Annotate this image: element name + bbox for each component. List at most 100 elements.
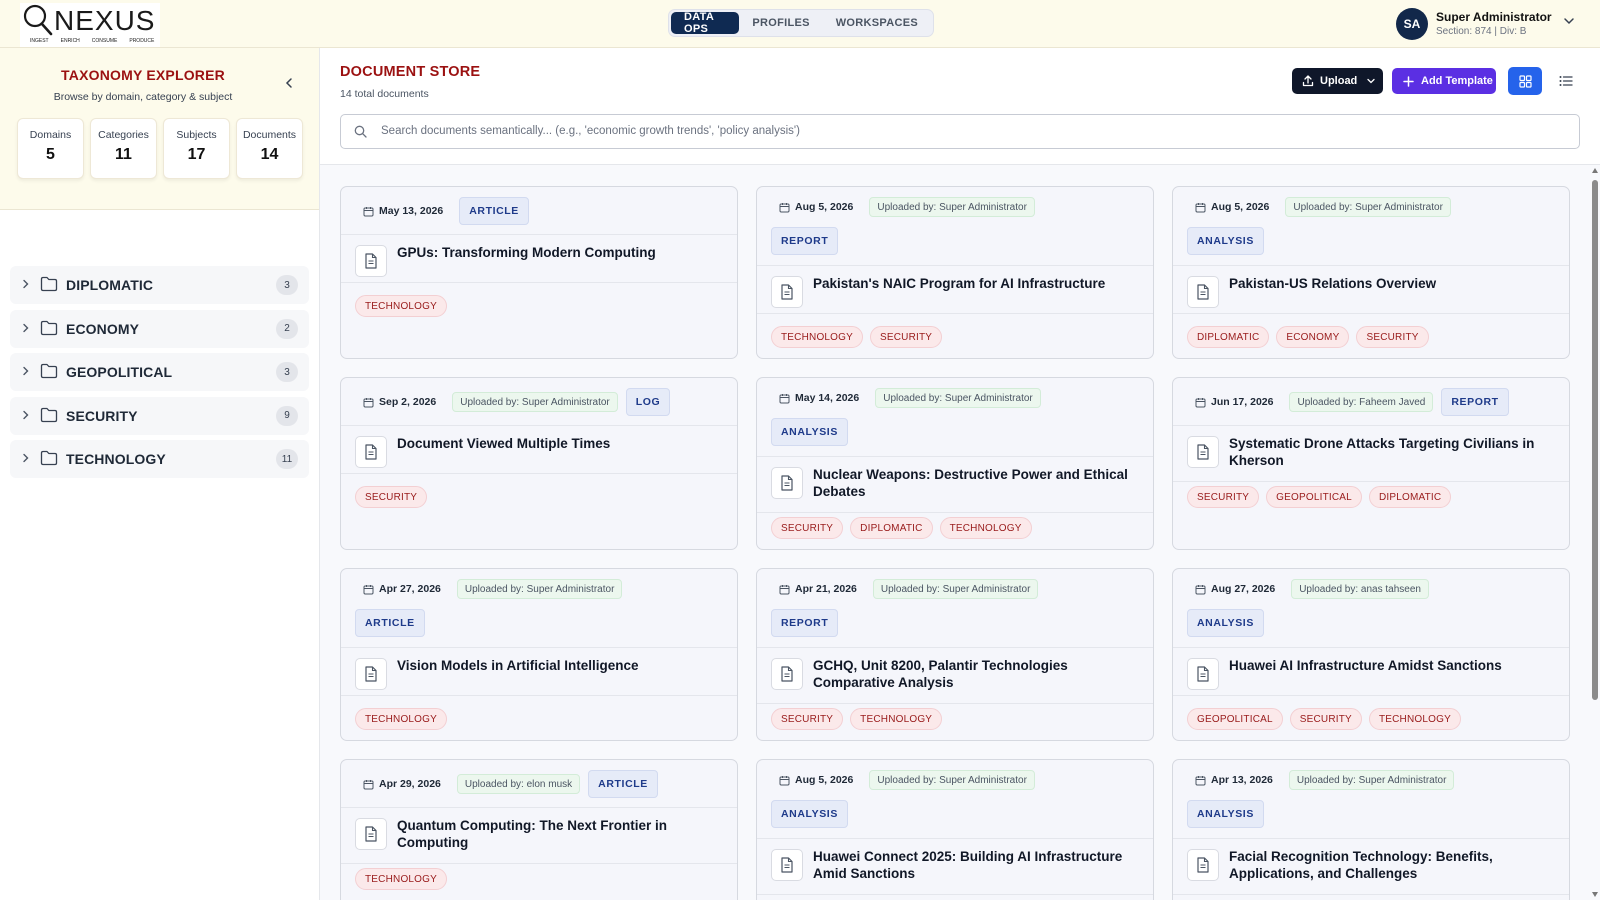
card-date: Sep 2, 2026 (355, 390, 444, 414)
domain-tag[interactable]: GEOPOLITICAL (1187, 708, 1283, 730)
document-card[interactable]: Jun 17, 2026 Uploaded by: Faheem Javed REP… (1172, 377, 1570, 550)
document-title[interactable]: Nuclear Weapons: Destructive Power and E… (813, 466, 1139, 500)
domain-tag[interactable]: GEOPOLITICAL (1266, 486, 1362, 508)
document-card[interactable]: Apr 29, 2026 Uploaded by: elon musk ARTICL… (340, 759, 738, 900)
document-title[interactable]: Systematic Drone Attacks Targeting Civil… (1229, 435, 1555, 469)
document-card[interactable]: Aug 5, 2026 Uploaded by: Super Administra… (756, 186, 1154, 359)
tag-list: TECHNOLOGY SECURITY (771, 326, 943, 348)
date-text: Jun 17, 2026 (1211, 396, 1274, 408)
doc-type-badge: REPORT (1441, 388, 1509, 416)
document-title[interactable]: Facial Recognition Technology: Benefits,… (1229, 848, 1555, 882)
domain-tag[interactable]: SECURITY (355, 486, 428, 508)
main-nav-tabs: DATA OPS PROFILES WORKSPACES (668, 9, 934, 37)
grid-view-button[interactable] (1508, 67, 1542, 95)
stat-value: 14 (260, 146, 279, 163)
sidebar-item-economy[interactable]: ECONOMY 2 (10, 309, 309, 348)
card-date: Apr 13, 2026 (1187, 768, 1281, 792)
document-title[interactable]: Quantum Computing: The Next Frontier in … (397, 817, 723, 851)
domain-tag[interactable]: DIPLOMATIC (1187, 326, 1270, 348)
domain-tag[interactable]: SECURITY (1289, 708, 1362, 730)
scroll-down-arrow[interactable] (1592, 892, 1598, 897)
user-menu[interactable]: SA Super Administrator Section: 874 | Di… (1396, 8, 1586, 40)
domain-tag[interactable]: ECONOMY (1276, 326, 1350, 348)
collapse-sidebar-icon[interactable] (282, 76, 296, 90)
document-title[interactable]: Document Viewed Multiple Times (397, 435, 723, 452)
chevron-right-icon[interactable] (20, 409, 32, 421)
sidebar-item-diplomatic[interactable]: DIPLOMATIC 3 (10, 266, 309, 304)
stat-documents: Documents 14 (236, 118, 303, 179)
document-card[interactable]: Aug 5, 2026 Uploaded by: Super Administra… (1172, 186, 1570, 359)
sidebar-item-technology[interactable]: TECHNOLOGY 11 (10, 440, 309, 478)
tab-profiles[interactable]: PROFILES (739, 12, 822, 34)
domain-tag[interactable]: DIPLOMATIC (1368, 486, 1452, 508)
sidebar-item-geopolitical[interactable]: GEOPOLITICAL 3 (10, 353, 309, 391)
upload-label: Upload (1320, 75, 1358, 87)
document-title[interactable]: GCHQ, Unit 8200, Palantir Technologies C… (813, 657, 1139, 691)
avatar: SA (1396, 8, 1428, 40)
document-title[interactable]: Huawei AI Infrastructure Amidst Sanction… (1229, 657, 1555, 674)
divider (341, 695, 737, 696)
uploader-badge: Uploaded by: elon musk (456, 774, 581, 794)
domain-tag[interactable]: TECHNOLOGY (771, 326, 864, 348)
file-text-icon (781, 284, 793, 300)
sidebar-title: TAXONOMY EXPLORER (61, 67, 225, 83)
upload-button[interactable]: Upload (1292, 68, 1383, 94)
domain-tag[interactable]: SECURITY (870, 326, 943, 348)
sidebar-item-security[interactable]: SECURITY 9 (10, 396, 309, 435)
domain-tag[interactable]: SECURITY (771, 708, 844, 730)
chevron-right-icon[interactable] (20, 452, 32, 464)
tab-data-ops[interactable]: DATA OPS (671, 11, 740, 35)
tag-list: SECURITY GEOPOLITICAL DIPLOMATIC (1187, 486, 1452, 508)
domain-tag[interactable]: TECHNOLOGY (939, 517, 1032, 539)
document-title[interactable]: Vision Models in Artificial Intelligence (397, 657, 723, 674)
document-card[interactable]: Aug 5, 2026 Uploaded by: Super Administra… (756, 759, 1154, 900)
domain-tag[interactable]: DIPLOMATIC (850, 517, 933, 539)
domain-tag[interactable]: SECURITY (1356, 326, 1429, 348)
document-title[interactable]: GPUs: Transforming Modern Computing (397, 244, 723, 261)
card-date: Aug 5, 2026 (771, 195, 861, 219)
scroll-up-arrow[interactable] (1592, 168, 1598, 173)
document-icon (771, 467, 803, 499)
domain-tag[interactable]: TECHNOLOGY (1368, 708, 1461, 730)
count-badge: 9 (276, 405, 298, 426)
domain-tag[interactable]: SECURITY (1187, 486, 1260, 508)
chevron-right-icon[interactable] (20, 365, 32, 377)
domain-tag[interactable]: TECHNOLOGY (355, 708, 448, 730)
document-title[interactable]: Pakistan-US Relations Overview (1229, 275, 1555, 292)
tag-list: TECHNOLOGY (355, 868, 448, 890)
domain-tag[interactable]: TECHNOLOGY (850, 708, 943, 730)
file-text-icon (1197, 444, 1209, 460)
document-icon (1187, 658, 1219, 690)
domain-tag[interactable]: TECHNOLOGY (355, 295, 448, 317)
scrollbar[interactable] (1590, 166, 1600, 900)
file-text-icon (781, 666, 793, 682)
chevron-down-icon[interactable] (1562, 14, 1576, 28)
list-view-button[interactable] (1552, 67, 1580, 95)
file-text-icon (365, 666, 377, 682)
date-text: Aug 27, 2026 (1211, 583, 1276, 595)
card-meta: Sep 2, 2026 Uploaded by: Super Administra… (355, 388, 723, 416)
document-icon (771, 849, 803, 881)
doc-type-row: ANALYSIS (1187, 800, 1264, 828)
document-title[interactable]: Pakistan's NAIC Program for AI Infrastru… (813, 275, 1139, 292)
document-title[interactable]: Huawei Connect 2025: Building AI Infrast… (813, 848, 1139, 882)
doc-type-row: ANALYSIS (1187, 227, 1264, 255)
file-text-icon (781, 475, 793, 491)
tag-list: TECHNOLOGY (355, 708, 448, 730)
document-card[interactable]: May 14, 2026 Uploaded by: Super Administr… (756, 377, 1154, 550)
scroll-thumb[interactable] (1592, 180, 1598, 700)
tab-workspaces[interactable]: WORKSPACES (823, 12, 931, 34)
chevron-right-icon[interactable] (20, 278, 32, 290)
search-input[interactable] (381, 115, 1561, 147)
nexus-logo[interactable]: NEXUS INGEST ENRICH CONSUME PRODUCE (20, 3, 160, 47)
domain-tag[interactable]: SECURITY (771, 517, 844, 539)
document-card[interactable]: May 13, 2026 ARTICLE GPUs: Transforming Mo… (340, 186, 738, 359)
chevron-right-icon[interactable] (20, 322, 32, 334)
document-card[interactable]: Apr 13, 2026 Uploaded by: Super Administr… (1172, 759, 1570, 900)
add-template-button[interactable]: Add Template (1392, 68, 1496, 94)
document-card[interactable]: Apr 21, 2026 Uploaded by: Super Administr… (756, 568, 1154, 741)
document-card[interactable]: Apr 27, 2026 Uploaded by: Super Administr… (340, 568, 738, 741)
document-card[interactable]: Aug 27, 2026 Uploaded by: anas tahseen ANA… (1172, 568, 1570, 741)
document-card[interactable]: Sep 2, 2026 Uploaded by: Super Administra… (340, 377, 738, 550)
domain-tag[interactable]: TECHNOLOGY (355, 868, 448, 890)
